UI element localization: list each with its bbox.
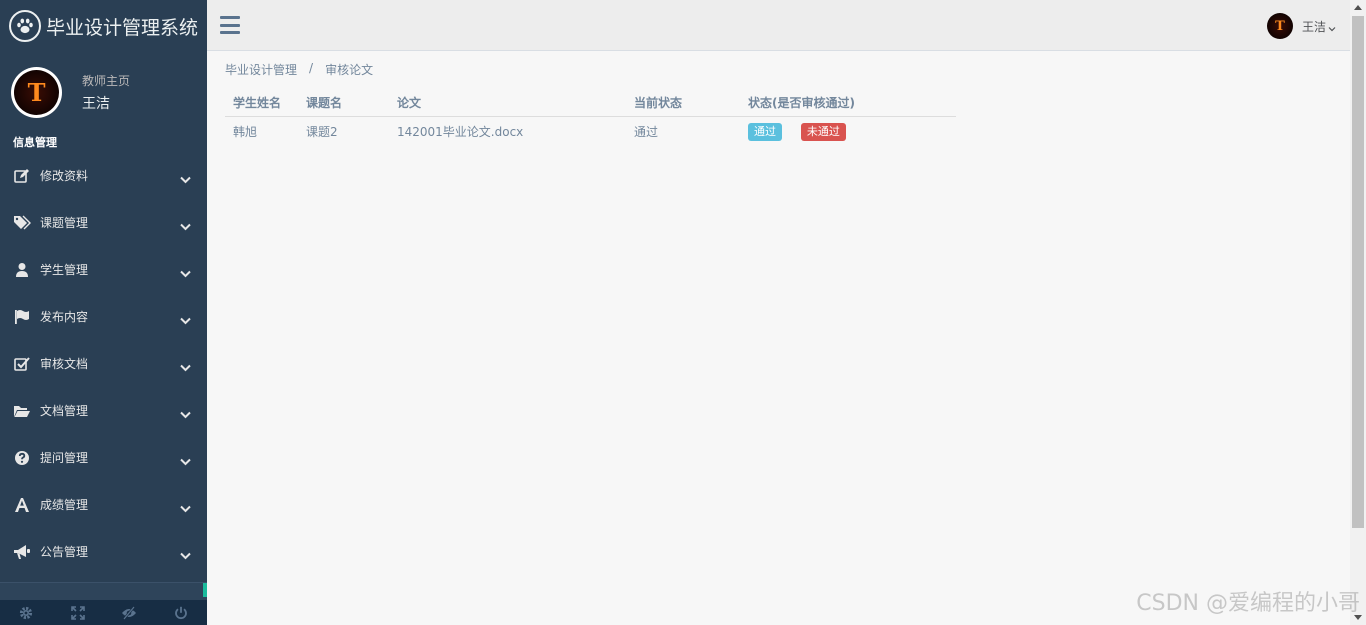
sidebar-footer [0, 600, 207, 625]
user-icon [12, 262, 32, 278]
menu-toggle-icon[interactable] [220, 16, 240, 34]
sidebar-item-publish[interactable]: 发布内容 [0, 293, 207, 340]
sidebar-item-students[interactable]: 学生管理 [0, 246, 207, 293]
column-header-status: 当前状态 [626, 89, 740, 117]
page-scrollbar[interactable] [1350, 0, 1366, 625]
cell-topic: 课题2 [306, 125, 338, 140]
sidebar-item-label: 学生管理 [40, 263, 89, 277]
power-icon[interactable] [156, 600, 207, 625]
profile-welcome: 教师主页 [82, 73, 131, 88]
cell-actions: 通过 未通过 [740, 116, 956, 147]
fullscreen-icon[interactable] [52, 600, 103, 625]
brand-title: 毕业设计管理系统 [46, 16, 199, 39]
avatar[interactable]: T [11, 66, 62, 118]
breadcrumb-item-current: 审核论文 [325, 63, 374, 77]
chevron-down-icon [180, 498, 191, 517]
sidebar-item-edit-profile[interactable]: 修改资料 [0, 152, 207, 199]
breadcrumb-item[interactable]: 毕业设计管理 [225, 61, 297, 78]
font-icon [12, 497, 32, 513]
main-content: 毕业设计管理 / 审核论文 学生姓名 课题名 论文 当前状态 状态(是否审核通过… [207, 51, 1350, 625]
sidebar-item-label: 修改资料 [40, 169, 89, 183]
user-menu-name: 王洁 [1301, 19, 1326, 34]
paw-icon [9, 10, 41, 42]
column-header-approval: 状态(是否审核通过) [740, 89, 956, 117]
chevron-down-icon [180, 545, 191, 564]
cell-student: 韩旭 [233, 125, 258, 140]
folder-open-icon [12, 404, 32, 418]
chevron-down-icon [180, 404, 191, 423]
profile-name: 王洁 [82, 95, 110, 112]
sidebar-item-label: 文档管理 [40, 404, 89, 418]
scrollbar-thumb[interactable] [1352, 16, 1364, 528]
sidebar-item-label: 发布内容 [40, 310, 89, 324]
chevron-down-icon [180, 216, 191, 235]
sidebar-item-topics[interactable]: 课题管理 [0, 199, 207, 246]
sidebar-item-announcements[interactable]: 公告管理 [0, 528, 207, 575]
column-header-paper: 论文 [389, 89, 626, 117]
sidebar-item-documents[interactable]: 文档管理 [0, 387, 207, 434]
table-row: 韩旭 课题2 142001毕业论文.docx 通过 通过 未通过 [225, 116, 956, 147]
check-square-icon [12, 356, 32, 372]
sidebar-item-review-docs[interactable]: 审核文档 [0, 340, 207, 387]
chevron-down-icon [180, 451, 191, 470]
cell-paper[interactable]: 142001毕业论文.docx [389, 116, 626, 147]
sidebar-item-questions[interactable]: 提问管理 [0, 434, 207, 481]
gear-icon[interactable] [0, 600, 51, 625]
bullhorn-icon [12, 544, 32, 560]
scroll-up-arrow-icon[interactable] [1354, 5, 1362, 10]
table-header-row: 学生姓名 课题名 论文 当前状态 状态(是否审核通过) [225, 89, 956, 117]
breadcrumb: 毕业设计管理 / 审核论文 [225, 61, 373, 78]
tags-icon [12, 215, 32, 231]
top-nav: T 王洁 [207, 0, 1350, 51]
sidebar-item-label: 审核文档 [40, 357, 89, 371]
watermark: CSDN @爱编程的小哥 [1136, 591, 1360, 616]
sidebar-item-grades[interactable]: 成绩管理 [0, 481, 207, 528]
sidebar-item-partial[interactable] [0, 582, 207, 600]
chevron-down-icon [180, 263, 191, 282]
menu-section-title: 信息管理 [13, 136, 57, 149]
cell-status: 通过 [634, 125, 659, 140]
brand[interactable]: 毕业设计管理系统 [0, 0, 207, 52]
profile: T 教师主页 王洁 [0, 52, 207, 132]
edit-icon [12, 168, 32, 184]
column-header-student: 学生姓名 [225, 89, 298, 117]
sidebar-item-label: 成绩管理 [40, 498, 89, 512]
sidebar: 毕业设计管理系统 T 教师主页 王洁 信息管理 修改资料 课题管理 学生管理 发… [0, 0, 207, 625]
chevron-down-icon [180, 310, 191, 329]
question-circle-icon [12, 450, 32, 466]
chevron-down-icon [1328, 17, 1336, 36]
flag-icon [12, 309, 32, 325]
approve-button[interactable]: 通过 [748, 122, 782, 141]
sidebar-item-label: 提问管理 [40, 451, 89, 465]
sidebar-item-label: 公告管理 [40, 545, 89, 559]
sidebar-item-label: 课题管理 [40, 216, 89, 230]
chevron-down-icon [180, 357, 191, 376]
side-menu: 修改资料 课题管理 学生管理 发布内容 审核文档 文档管理 提问管理 成绩管理 … [0, 152, 207, 575]
column-header-topic: 课题名 [298, 89, 389, 117]
review-table: 学生姓名 课题名 论文 当前状态 状态(是否审核通过) 韩旭 课题2 14200… [225, 89, 956, 147]
user-menu[interactable]: T 王洁 [1266, 13, 1336, 39]
breadcrumb-separator: / [309, 61, 314, 75]
avatar: T [1266, 13, 1293, 39]
reject-button[interactable]: 未通过 [800, 122, 846, 141]
chevron-down-icon [180, 169, 191, 188]
eye-slash-icon[interactable] [104, 600, 155, 625]
